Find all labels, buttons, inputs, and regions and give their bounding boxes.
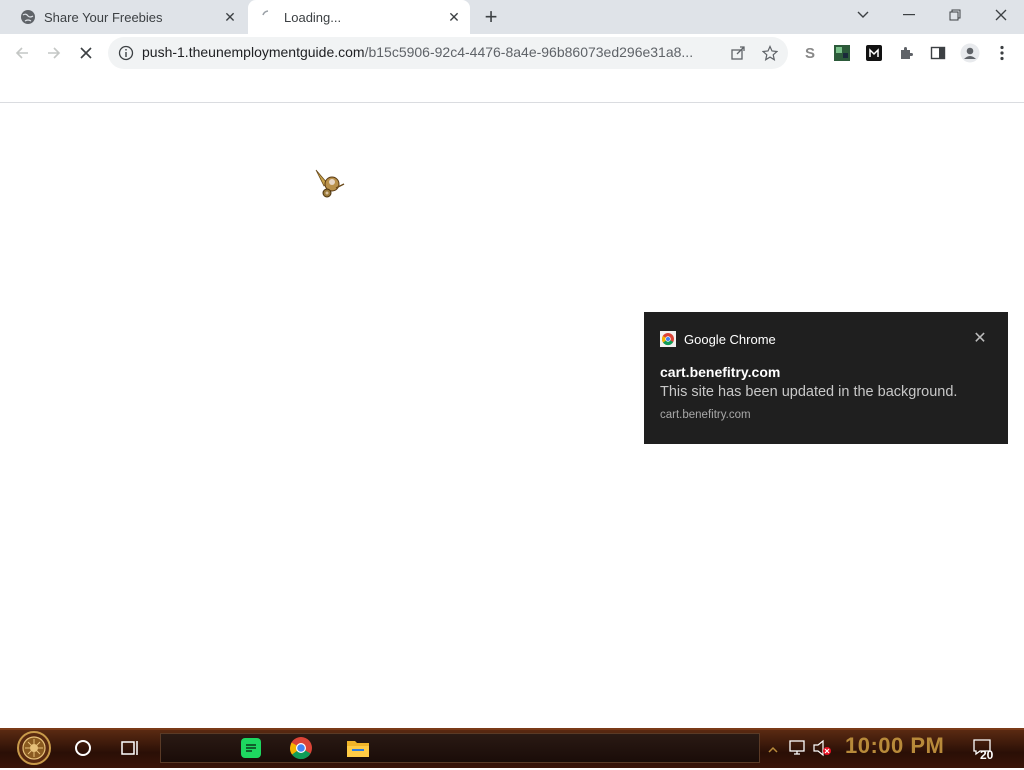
chrome-logo-icon bbox=[660, 331, 676, 352]
notification-source: cart.benefitry.com bbox=[660, 409, 751, 421]
cortana-search-icon[interactable] bbox=[74, 739, 92, 762]
notification-close-icon[interactable]: ✕ bbox=[970, 329, 990, 349]
show-hidden-icons-chevron-icon[interactable] bbox=[768, 742, 778, 760]
close-tab-icon[interactable]: ✕ bbox=[446, 9, 462, 25]
file-explorer-icon[interactable] bbox=[346, 738, 370, 763]
start-button[interactable] bbox=[12, 731, 56, 770]
bookmark-star-icon[interactable] bbox=[758, 41, 782, 65]
notification-app-name: Google Chrome bbox=[684, 332, 776, 347]
tab-search-chevron-icon[interactable] bbox=[840, 0, 886, 30]
url-host: push-1.theunemploymentguide.com bbox=[142, 44, 365, 60]
extension-s-icon[interactable]: S bbox=[798, 41, 822, 65]
volume-muted-icon[interactable] bbox=[812, 739, 832, 762]
notification-title: cart.benefitry.com bbox=[660, 364, 781, 380]
extensions-puzzle-icon[interactable] bbox=[894, 41, 918, 65]
chrome-icon[interactable] bbox=[289, 736, 313, 765]
taskbar-clock[interactable]: 10:00 PM bbox=[845, 733, 944, 759]
forward-button[interactable] bbox=[42, 41, 66, 65]
tab-title: Share Your Freebies bbox=[44, 9, 163, 25]
close-window-button[interactable] bbox=[978, 0, 1024, 30]
restore-button[interactable] bbox=[932, 0, 978, 30]
extension-m-icon[interactable] bbox=[862, 41, 886, 65]
tab-share-your-freebies[interactable]: Share Your Freebies ✕ bbox=[8, 0, 246, 34]
globe-icon bbox=[21, 10, 35, 24]
tab-loading[interactable]: Loading... ✕ bbox=[248, 0, 470, 34]
url-text[interactable]: push-1.theunemploymentguide.com/b15c5906… bbox=[142, 44, 717, 62]
tab-title: Loading... bbox=[284, 9, 342, 25]
spotify-icon[interactable] bbox=[240, 737, 262, 764]
loading-icon bbox=[262, 10, 269, 16]
stop-loading-button[interactable] bbox=[74, 41, 98, 65]
profile-avatar-icon[interactable] bbox=[958, 41, 982, 65]
notification-count-badge: 20 bbox=[980, 748, 994, 762]
busy-cursor-icon bbox=[314, 168, 348, 207]
site-info-icon[interactable] bbox=[114, 41, 138, 65]
extension-image-icon[interactable] bbox=[830, 41, 854, 65]
url-path: /b15c5906-92c4-4476-8a4e-96b86073ed296e3… bbox=[364, 44, 694, 60]
network-icon[interactable] bbox=[788, 739, 806, 762]
back-button[interactable] bbox=[10, 41, 34, 65]
close-tab-icon[interactable]: ✕ bbox=[222, 9, 238, 25]
side-panel-icon[interactable] bbox=[926, 41, 950, 65]
notification-body: This site has been updated in the backgr… bbox=[660, 384, 958, 400]
menu-kebab-icon[interactable] bbox=[990, 41, 1014, 65]
share-icon[interactable] bbox=[726, 41, 750, 65]
minimize-button[interactable] bbox=[886, 0, 932, 30]
task-view-icon[interactable] bbox=[120, 738, 140, 763]
new-tab-button[interactable]: + bbox=[480, 6, 502, 28]
